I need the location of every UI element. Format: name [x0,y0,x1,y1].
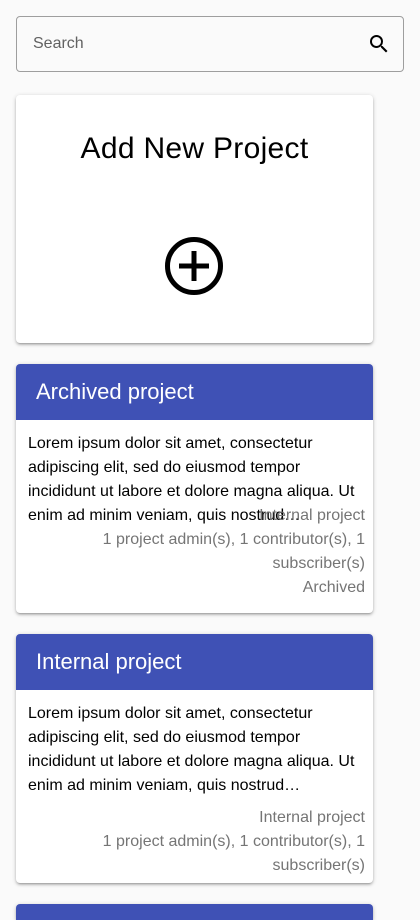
plus-circle-icon[interactable] [164,236,224,296]
project-card-header[interactable]: Archived project [16,364,373,420]
search-input[interactable] [33,17,367,71]
project-title: Internal project [36,649,182,674]
project-card-internal[interactable]: Internal project Lorem ipsum dolor sit a… [16,634,373,883]
add-new-project-title: Add New Project [80,132,309,165]
project-card-header[interactable] [16,904,373,920]
project-card-archived[interactable]: Archived project Lorem ipsum dolor sit a… [16,364,373,613]
add-new-project-card[interactable]: Add New Project [16,95,373,343]
project-status: Archived [302,579,365,596]
project-title: Archived project [36,379,194,404]
project-card-partial[interactable] [16,904,373,920]
search-icon[interactable] [367,32,391,56]
search-field[interactable] [16,16,404,72]
project-card-header[interactable]: Internal project [16,634,373,690]
project-card-body: Lorem ipsum dolor sit amet, consectetur … [16,690,373,883]
project-visibility: Internal project [259,809,365,826]
project-description: Lorem ipsum dolor sit amet, consectetur … [28,705,355,794]
project-members: 1 project admin(s), 1 contributor(s), 1 … [102,833,365,874]
project-members: 1 project admin(s), 1 contributor(s), 1 … [102,531,365,572]
project-card-body: Lorem ipsum dolor sit amet, consectetur … [16,420,373,608]
